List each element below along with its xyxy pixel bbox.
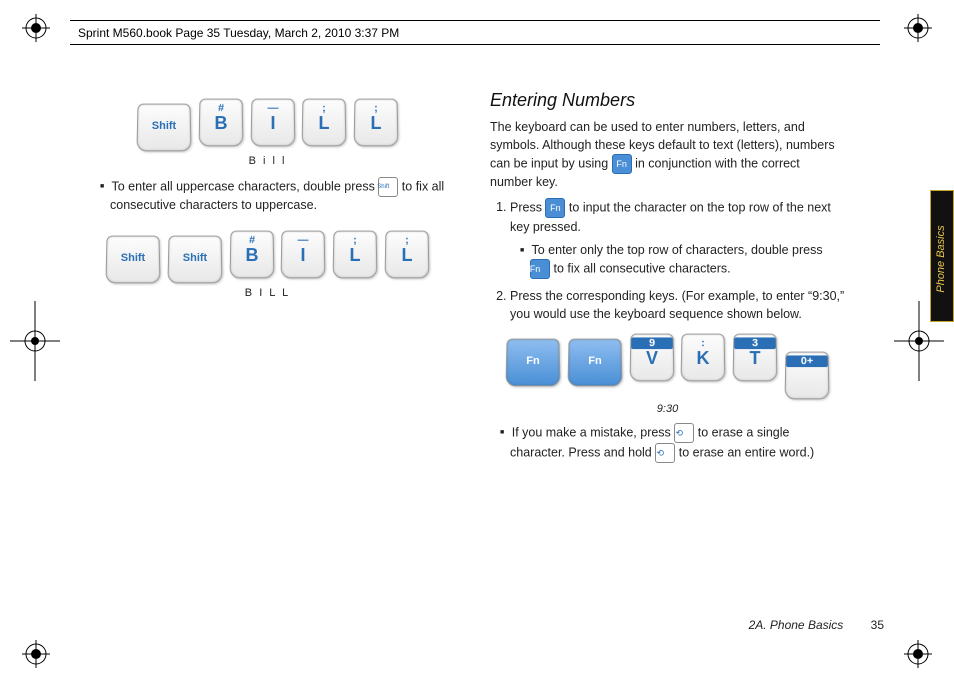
key-v-9: 9V (629, 333, 674, 381)
key-shift: Shift (106, 235, 161, 283)
key-i: —I (250, 99, 295, 147)
footer-page-number: 35 (871, 618, 884, 632)
key-shift: Shift (167, 235, 222, 283)
key-sequence-bill-upper: Shift Shift #B —I ;L ;L (90, 228, 445, 285)
intro-paragraph: The keyboard can be used to enter number… (490, 119, 845, 192)
header-rule (70, 44, 880, 45)
steps-list: Press Fn to input the character on the t… (510, 198, 845, 323)
header-rule (70, 20, 880, 21)
back-key-icon: ⟲ (655, 443, 675, 463)
key-l: ;L (332, 230, 377, 278)
side-tab-label: Phone Basics (935, 209, 947, 309)
step-2: Press the corresponding keys. (For examp… (510, 287, 845, 323)
key-l: ;L (302, 99, 347, 147)
key-shift: Shift (137, 104, 192, 152)
crop-mark-icon (904, 14, 932, 42)
fn-key-icon: Fn (545, 198, 565, 218)
key-t-3: 3T (732, 333, 777, 381)
key-k-colon: :K (681, 333, 726, 381)
caption-bill-upper: B I L L (90, 287, 445, 299)
key-b: #B (229, 230, 274, 278)
header-text: Sprint M560.book Page 35 Tuesday, March … (78, 26, 399, 40)
key-sequence-930: Fn Fn 9V :K 3T 0+ (490, 331, 845, 401)
fn-key-icon: Fn (612, 154, 632, 174)
crop-mark-icon (904, 640, 932, 668)
crop-mark-icon (22, 14, 50, 42)
text: If you make a mistake, press (512, 425, 675, 439)
page-footer: 2A. Phone Basics 35 (749, 618, 884, 632)
text: to fix all consecutive characters. (553, 261, 730, 275)
key-l: ;L (353, 99, 398, 147)
crop-cross-icon (10, 301, 60, 384)
shift-key-icon: Shift (378, 177, 398, 197)
footer-section: 2A. Phone Basics (749, 618, 844, 632)
bullet-uppercase-note: To enter all uppercase characters, doubl… (110, 177, 445, 214)
caption-930: 9:30 (490, 403, 845, 415)
key-l: ;L (384, 230, 429, 278)
key-b: #B (198, 99, 243, 147)
key-sequence-bill-mixed: Shift #B —I ;L ;L (90, 96, 445, 153)
text: to erase an entire word.) (679, 445, 815, 459)
key-fn: Fn (567, 338, 622, 386)
key-0plus: 0+ (784, 351, 829, 399)
bullet-mistake-note: If you make a mistake, press ⟲ to erase … (510, 423, 845, 463)
side-tab: Phone Basics (930, 190, 954, 322)
key-i: —I (281, 230, 326, 278)
text: Press (510, 200, 545, 214)
text: To enter all uppercase characters, doubl… (111, 179, 374, 193)
crop-mark-icon (22, 640, 50, 668)
fn-key-icon: Fn (530, 259, 550, 279)
back-key-icon: ⟲ (674, 423, 694, 443)
text: To enter only the top row of characters,… (531, 243, 822, 257)
sub-bullet: To enter only the top row of characters,… (530, 242, 845, 279)
right-column: Entering Numbers The keyboard can be use… (490, 90, 845, 463)
key-fn: Fn (506, 338, 561, 386)
caption-bill-mixed: B i l l (90, 155, 445, 167)
section-heading: Entering Numbers (490, 90, 845, 111)
step-1: Press Fn to input the character on the t… (510, 198, 845, 279)
left-column: Shift #B —I ;L ;L B i l l To enter all u… (90, 90, 445, 309)
